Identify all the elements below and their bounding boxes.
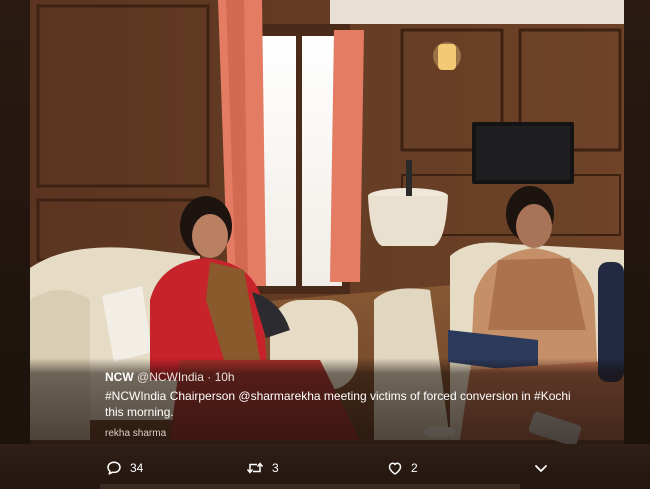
tweet-header: NCW @NCWIndia · 10h	[105, 369, 605, 385]
like-count: 2	[411, 461, 418, 475]
chevron-down-icon	[533, 460, 549, 476]
heart-icon	[387, 460, 403, 476]
retweet-count: 3	[272, 461, 279, 475]
retweet-button[interactable]: 3	[246, 460, 279, 476]
more-options-button[interactable]	[533, 460, 549, 476]
next-tweet-peek	[100, 484, 520, 489]
reply-icon	[106, 460, 122, 476]
reply-count: 34	[130, 461, 144, 475]
backdrop-left	[0, 0, 30, 489]
reply-button[interactable]: 34	[106, 460, 143, 476]
tweet-actions-bar	[0, 444, 650, 489]
retweet-icon	[246, 460, 264, 476]
tweet-timestamp[interactable]: 10h	[215, 370, 235, 384]
user-handle[interactable]: @NCWIndia	[137, 370, 204, 384]
tweet-overlay: NCW @NCWIndia · 10h #NCWIndia Chairperso…	[105, 369, 605, 439]
display-name[interactable]: NCW	[105, 370, 134, 384]
like-button[interactable]: 2	[387, 460, 418, 476]
media-tag[interactable]: rekha sharma	[105, 428, 605, 439]
tweet-text: #NCWIndia Chairperson @sharmarekha meeti…	[105, 389, 571, 419]
backdrop-right	[624, 0, 650, 489]
separator-dot: ·	[207, 370, 212, 384]
